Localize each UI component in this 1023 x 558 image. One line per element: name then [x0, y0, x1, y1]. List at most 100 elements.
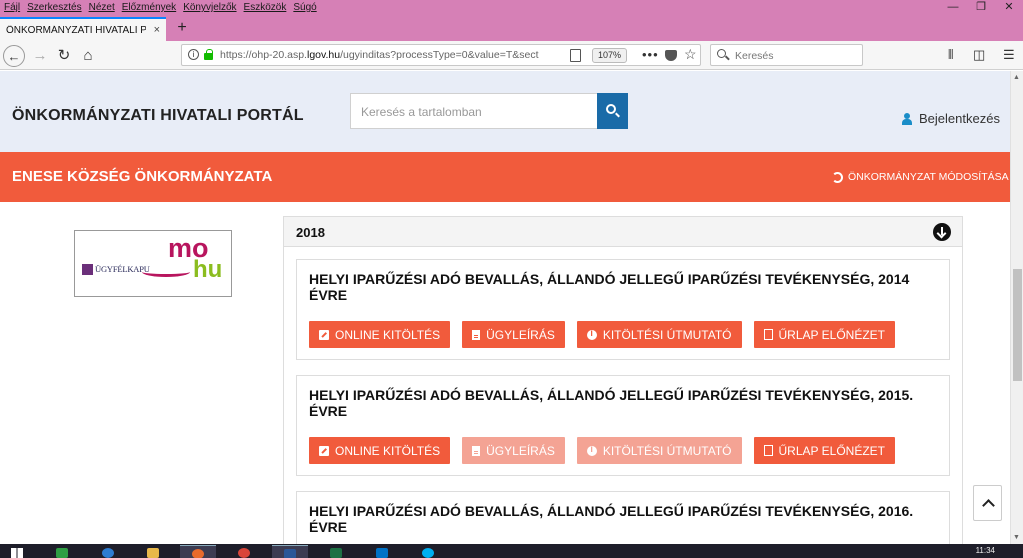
- minimize-button[interactable]: —: [939, 0, 967, 15]
- change-municipality-label: ÖNKORMÁNYZAT MÓDOSÍTÁSA: [848, 171, 1009, 183]
- page-viewport: ÖNKORMÁNYZATI HIVATALI PORTÁL Keresés a …: [0, 71, 1010, 544]
- document-icon: [472, 445, 481, 456]
- year-panel: 2018 HELYI IPARŰZÉSI ADÓ BEVALLÁS, ÁLLAN…: [283, 216, 963, 544]
- logo-square: [82, 264, 93, 275]
- document-icon: [472, 329, 481, 340]
- close-window-button[interactable]: ✕: [995, 0, 1023, 15]
- portal-header: ÖNKORMÁNYZATI HIVATALI PORTÁL Keresés a …: [0, 71, 1010, 152]
- logo-hu: hu: [193, 256, 223, 283]
- login-label: Bejelentkezés: [919, 111, 1000, 126]
- store-icon[interactable]: [44, 545, 80, 558]
- tab-close-icon[interactable]: ×: [154, 24, 160, 36]
- back-button[interactable]: ←: [3, 45, 25, 67]
- form-card: HELYI IPARŰZÉSI ADÓ BEVALLÁS, ÁLLANDÓ JE…: [296, 375, 950, 476]
- menu-file[interactable]: Fájl: [1, 2, 23, 13]
- edit-icon: [319, 445, 329, 456]
- portal-title[interactable]: ÖNKORMÁNYZATI HIVATALI PORTÁL: [12, 107, 304, 125]
- tab-title: ÖNKORMÁNYZATI HIVATALI PORTÁ: [6, 24, 146, 36]
- pdf-icon: [763, 445, 773, 456]
- sidebar-icon[interactable]: ◫: [973, 47, 985, 63]
- hamburger-menu-icon[interactable]: ☰: [1003, 47, 1015, 63]
- online-fill-button[interactable]: ONLINE KITÖLTÉS: [309, 321, 451, 348]
- url-bar[interactable]: i https://ohp-20.asp.lgov.hu/ugyinditas?…: [181, 44, 701, 66]
- info-icon: [586, 328, 597, 340]
- scrollbar-thumb[interactable]: [1013, 269, 1022, 381]
- zoom-level[interactable]: 107%: [592, 48, 628, 63]
- scroll-up-icon[interactable]: ▲: [1013, 74, 1020, 81]
- description-button: ÜGYLEÍRÁS: [462, 437, 565, 464]
- menu-history[interactable]: Előzmények: [119, 2, 179, 13]
- reader-view-icon[interactable]: [570, 49, 581, 62]
- menu-view[interactable]: Nézet: [86, 2, 118, 13]
- info-icon[interactable]: i: [188, 49, 199, 60]
- info-icon: [586, 444, 597, 456]
- ugyfelkapu-logo[interactable]: ÜGYFÉLKAPU mo hu: [74, 230, 232, 297]
- content-search-input[interactable]: Keresés a tartalomban: [350, 93, 598, 129]
- arrow-down-circle-icon[interactable]: [933, 223, 951, 241]
- home-icon[interactable]: ⌂: [77, 45, 99, 67]
- explorer-icon[interactable]: [135, 545, 171, 558]
- pocket-icon[interactable]: [665, 50, 677, 61]
- description-button[interactable]: ÜGYLEÍRÁS: [462, 321, 565, 348]
- scroll-to-top-button[interactable]: [973, 485, 1002, 521]
- taskbar-clock[interactable]: 11:34: [976, 546, 995, 555]
- guide-button: KITÖLTÉSI ÚTMUTATÓ: [576, 437, 742, 464]
- form-preview-button[interactable]: ŰRLAP ELŐNÉZET: [753, 437, 895, 464]
- url-text: https://ohp-20.asp.lgov.hu/ugyinditas?pr…: [220, 49, 539, 61]
- maximize-button[interactable]: ❐: [967, 0, 995, 15]
- user-icon: [902, 112, 912, 125]
- ie-icon[interactable]: [90, 545, 126, 558]
- pdf-icon: [763, 329, 773, 340]
- form-card: HELYI IPARŰZÉSI ADÓ BEVALLÁS, ÁLLANDÓ JE…: [296, 491, 950, 544]
- form-title: HELYI IPARŰZÉSI ADÓ BEVALLÁS, ÁLLANDÓ JE…: [309, 503, 914, 535]
- menu-tools[interactable]: Eszközök: [241, 2, 290, 13]
- online-fill-button[interactable]: ONLINE KITÖLTÉS: [309, 437, 451, 464]
- form-title: HELYI IPARŰZÉSI ADÓ BEVALLÁS, ÁLLANDÓ JE…: [309, 387, 914, 419]
- word-icon[interactable]: [272, 545, 308, 558]
- form-actions: ONLINE KITÖLTÉS ÜGYLEÍRÁS KITÖLTÉSI ÚTMU…: [309, 321, 907, 348]
- windows-start-button[interactable]: [0, 545, 34, 558]
- chrome-icon[interactable]: [226, 545, 262, 558]
- skype-icon[interactable]: [410, 545, 446, 558]
- edit-icon: [319, 329, 329, 340]
- scroll-down-icon[interactable]: ▼: [1013, 534, 1020, 541]
- lock-icon[interactable]: [204, 49, 213, 60]
- content-search-button[interactable]: [597, 93, 628, 129]
- firefox-taskbar-icon[interactable]: [180, 545, 216, 558]
- refresh-icon: [832, 171, 843, 183]
- search-icon: [606, 104, 616, 114]
- windows-taskbar: 11:34: [0, 544, 1023, 558]
- form-actions: ONLINE KITÖLTÉS ÜGYLEÍRÁS KITÖLTÉSI ÚTMU…: [309, 437, 907, 464]
- navigation-bar: ← → ↻ ⌂ i https://ohp-20.asp.lgov.hu/ugy…: [0, 41, 1023, 70]
- form-title: HELYI IPARŰZÉSI ADÓ BEVALLÁS, ÁLLANDÓ JE…: [309, 271, 910, 303]
- page-scrollbar[interactable]: ▲ ▼: [1010, 71, 1023, 544]
- form-card: HELYI IPARŰZÉSI ADÓ BEVALLÁS, ÁLLANDÓ JE…: [296, 259, 950, 360]
- year-panel-header[interactable]: 2018: [284, 217, 962, 247]
- browser-tab-active[interactable]: ÖNKORMÁNYZATI HIVATALI PORTÁ ×: [0, 17, 166, 41]
- form-preview-button[interactable]: ŰRLAP ELŐNÉZET: [753, 321, 895, 348]
- new-tab-button[interactable]: +: [172, 17, 192, 39]
- change-municipality-link[interactable]: ÖNKORMÁNYZAT MÓDOSÍTÁSA: [832, 171, 1010, 183]
- library-icon[interactable]: ⫴: [948, 47, 953, 63]
- bookmark-star-icon[interactable]: ☆: [684, 46, 697, 63]
- tab-bar: ÖNKORMÁNYZATI HIVATALI PORTÁ × +: [0, 15, 1023, 41]
- menu-help[interactable]: Súgó: [290, 2, 319, 13]
- page-actions-icon[interactable]: •••: [642, 47, 659, 62]
- guide-button[interactable]: KITÖLTÉSI ÚTMUTATÓ: [576, 321, 742, 348]
- window-controls: — ❐ ✕: [939, 0, 1023, 15]
- search-placeholder: Keresés: [735, 50, 774, 62]
- browser-menubar: Fájl Szerkesztés Nézet Előzmények Könyvj…: [0, 0, 1023, 15]
- year-label: 2018: [296, 225, 325, 240]
- menu-bookmarks[interactable]: Könyvjelzők: [180, 2, 239, 13]
- reload-button[interactable]: ↻: [53, 45, 75, 67]
- municipality-bar: ENESE KÖZSÉG ÖNKORMÁNYZATA ÖNKORMÁNYZAT …: [0, 152, 1010, 202]
- forward-button[interactable]: →: [29, 45, 51, 67]
- outlook-icon[interactable]: [364, 545, 400, 558]
- excel-icon[interactable]: [318, 545, 354, 558]
- browser-search-input[interactable]: Keresés: [710, 44, 863, 66]
- login-link[interactable]: Bejelentkezés: [902, 111, 1000, 126]
- menu-edit[interactable]: Szerkesztés: [24, 2, 84, 13]
- search-icon: [717, 49, 726, 58]
- logo-swoosh: [142, 267, 190, 277]
- municipality-name: ENESE KÖZSÉG ÖNKORMÁNYZATA: [12, 168, 273, 185]
